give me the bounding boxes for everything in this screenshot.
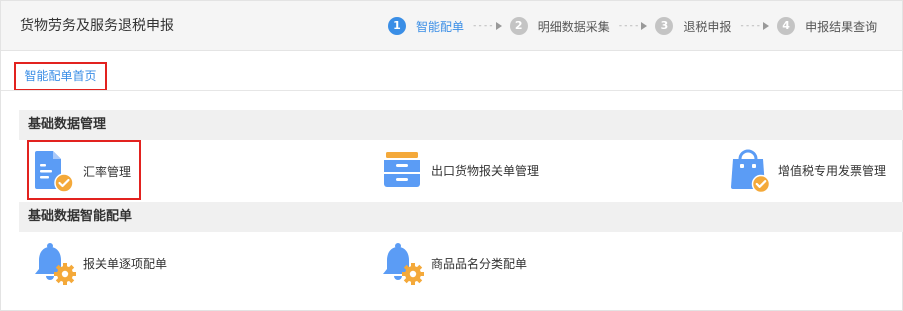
step-3[interactable]: 3 退税申报 <box>655 17 731 35</box>
step-label: 智能配单 <box>416 19 465 34</box>
step-progress: 1 智能配单 ---- 2 明细数据采集 ---- 3 退税申报 ---- 4 … <box>388 1 877 51</box>
highlight-box <box>27 140 141 200</box>
step-label: 申报结果查询 <box>805 19 878 34</box>
step-number: 2 <box>509 17 528 35</box>
export-declaration-item[interactable]: 出口货物报关单管理 <box>381 148 539 192</box>
step-arrow-icon: ---- <box>472 21 502 31</box>
bell-gear-icon <box>35 243 76 285</box>
section-title-smart-match: 基础数据智能配单 <box>19 202 903 232</box>
item-label: 增值税专用发票管理 <box>778 163 887 178</box>
tab-smart-match-home[interactable]: 智能配单首页 <box>14 62 107 91</box>
declaration-item-match-item[interactable]: 报关单逐项配单 <box>33 240 167 286</box>
step-number: 4 <box>777 17 796 35</box>
cabinet-drawer-icon <box>384 152 420 187</box>
tab-bar-divider <box>1 90 902 91</box>
product-category-match-item[interactable]: 商品品名分类配单 <box>381 240 527 286</box>
step-2[interactable]: 2 明细数据采集 <box>509 17 610 35</box>
item-label: 报关单逐项配单 <box>83 256 168 271</box>
shopping-bag-icon <box>731 149 771 193</box>
header-bar: 货物劳务及服务退税申报 1 智能配单 ---- 2 明细数据采集 ---- 3 … <box>1 1 902 51</box>
step-arrow-icon: ---- <box>739 21 770 31</box>
item-label: 出口货物报关单管理 <box>431 163 540 178</box>
step-number: 3 <box>655 17 674 35</box>
step-number: 1 <box>388 17 406 35</box>
step-label: 明细数据采集 <box>537 19 610 34</box>
vat-invoice-item[interactable]: 增值税专用发票管理 <box>728 146 886 194</box>
app-title: 货物劳务及服务退税申报 <box>20 18 174 34</box>
step-arrow-icon: ---- <box>618 21 648 31</box>
item-label: 商品品名分类配单 <box>431 256 528 271</box>
bell-gear-icon <box>383 243 424 285</box>
step-1[interactable]: 1 智能配单 <box>388 17 464 35</box>
section-title-basic-data: 基础数据管理 <box>19 110 903 140</box>
step-4[interactable]: 4 申报结果查询 <box>777 17 877 35</box>
step-label: 退税申报 <box>683 19 732 34</box>
